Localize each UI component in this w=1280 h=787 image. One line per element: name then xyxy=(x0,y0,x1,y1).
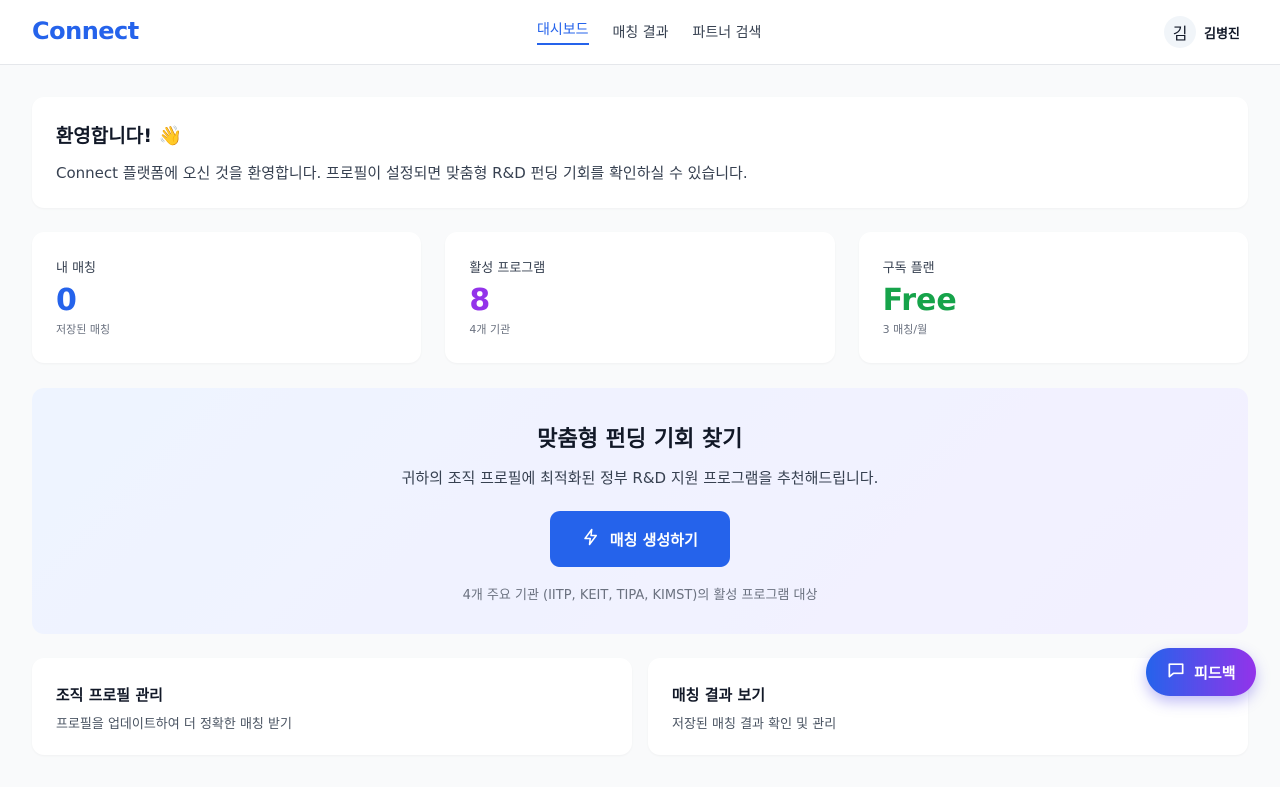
avatar: 김 xyxy=(1164,16,1197,48)
card-description: 프로필을 업데이트하여 더 정확한 매칭 받기 xyxy=(56,717,292,732)
tab-partner-search-label: 파트너 검색 xyxy=(692,25,762,41)
stat-value: Free xyxy=(882,283,957,318)
stat-value: 0 xyxy=(56,283,77,318)
stat-label: 구독 플랜 xyxy=(882,261,935,276)
welcome-card: 환영합니다! 👋 Connect 플랫폼에 오신 것을 환영합니다. 프로필이 … xyxy=(32,97,1248,208)
card-title: 조직 프로필 관리 xyxy=(56,686,164,704)
tab-dashboard[interactable]: 대시보드 xyxy=(537,0,589,64)
create-match-button[interactable]: 매칭 생성하기 xyxy=(550,511,730,567)
hero-title: 맞춤형 펀딩 기회 찾기 xyxy=(537,427,743,452)
stats-row: 내 매칭 0 저장된 매칭 활성 프로그램 8 4개 기관 구독 플랜 Free… xyxy=(32,232,1248,363)
feedback-label: 피드백 xyxy=(1194,663,1236,682)
welcome-message: Connect 플랫폼에 오신 것을 환영합니다. 프로필이 설정되면 맞춤형 … xyxy=(56,164,748,182)
stat-sub: 4개 기관 xyxy=(469,323,511,336)
quick-links: 조직 프로필 관리 프로필을 업데이트하여 더 정확한 매칭 받기 매칭 결과 … xyxy=(32,658,1248,755)
user-name: 김병진 xyxy=(1204,26,1240,42)
card-org-profile[interactable]: 조직 프로필 관리 프로필을 업데이트하여 더 정확한 매칭 받기 xyxy=(32,658,632,755)
feedback-button[interactable]: 피드백 xyxy=(1146,648,1256,696)
tab-match-results-label: 매칭 결과 xyxy=(612,25,669,41)
tab-dashboard-label: 대시보드 xyxy=(537,22,589,38)
main-tabs: 대시보드 매칭 결과 파트너 검색 xyxy=(537,0,761,64)
user-menu[interactable]: 김 김병진 xyxy=(1164,16,1240,48)
app-logo[interactable]: Connect xyxy=(32,17,139,45)
hero-note: 4개 주요 기관 (IITP, KEIT, TIPA, KIMST)의 활성 프… xyxy=(462,588,818,603)
top-navigation: Connect 대시보드 매칭 결과 파트너 검색 김 김병진 xyxy=(0,0,1280,65)
funding-hero: 맞춤형 펀딩 기회 찾기 귀하의 조직 프로필에 최적화된 정부 R&D 지원 … xyxy=(32,388,1248,634)
card-title: 매칭 결과 보기 xyxy=(672,686,766,704)
stat-card-subscription-plan: 구독 플랜 Free 3 매칭/월 xyxy=(858,232,1248,363)
stat-label: 내 매칭 xyxy=(56,261,97,276)
tab-partner-search[interactable]: 파트너 검색 xyxy=(693,0,762,64)
stat-card-my-matches: 내 매칭 0 저장된 매칭 xyxy=(32,232,422,363)
chat-icon xyxy=(1166,660,1186,684)
stat-sub: 3 매칭/월 xyxy=(882,323,928,336)
hero-description: 귀하의 조직 프로필에 최적화된 정부 R&D 지원 프로그램을 추천해드립니다… xyxy=(401,469,879,487)
lightning-icon xyxy=(582,528,600,550)
stat-card-active-programs: 활성 프로그램 8 4개 기관 xyxy=(445,232,835,363)
stat-value: 8 xyxy=(469,283,491,318)
stat-label: 활성 프로그램 xyxy=(469,261,546,276)
welcome-title: 환영합니다! 👋 xyxy=(56,125,183,147)
stat-sub: 저장된 매칭 xyxy=(56,323,111,336)
create-match-label: 매칭 생성하기 xyxy=(609,530,699,549)
tab-match-results[interactable]: 매칭 결과 xyxy=(613,0,669,64)
card-description: 저장된 매칭 결과 확인 및 관리 xyxy=(672,717,837,732)
